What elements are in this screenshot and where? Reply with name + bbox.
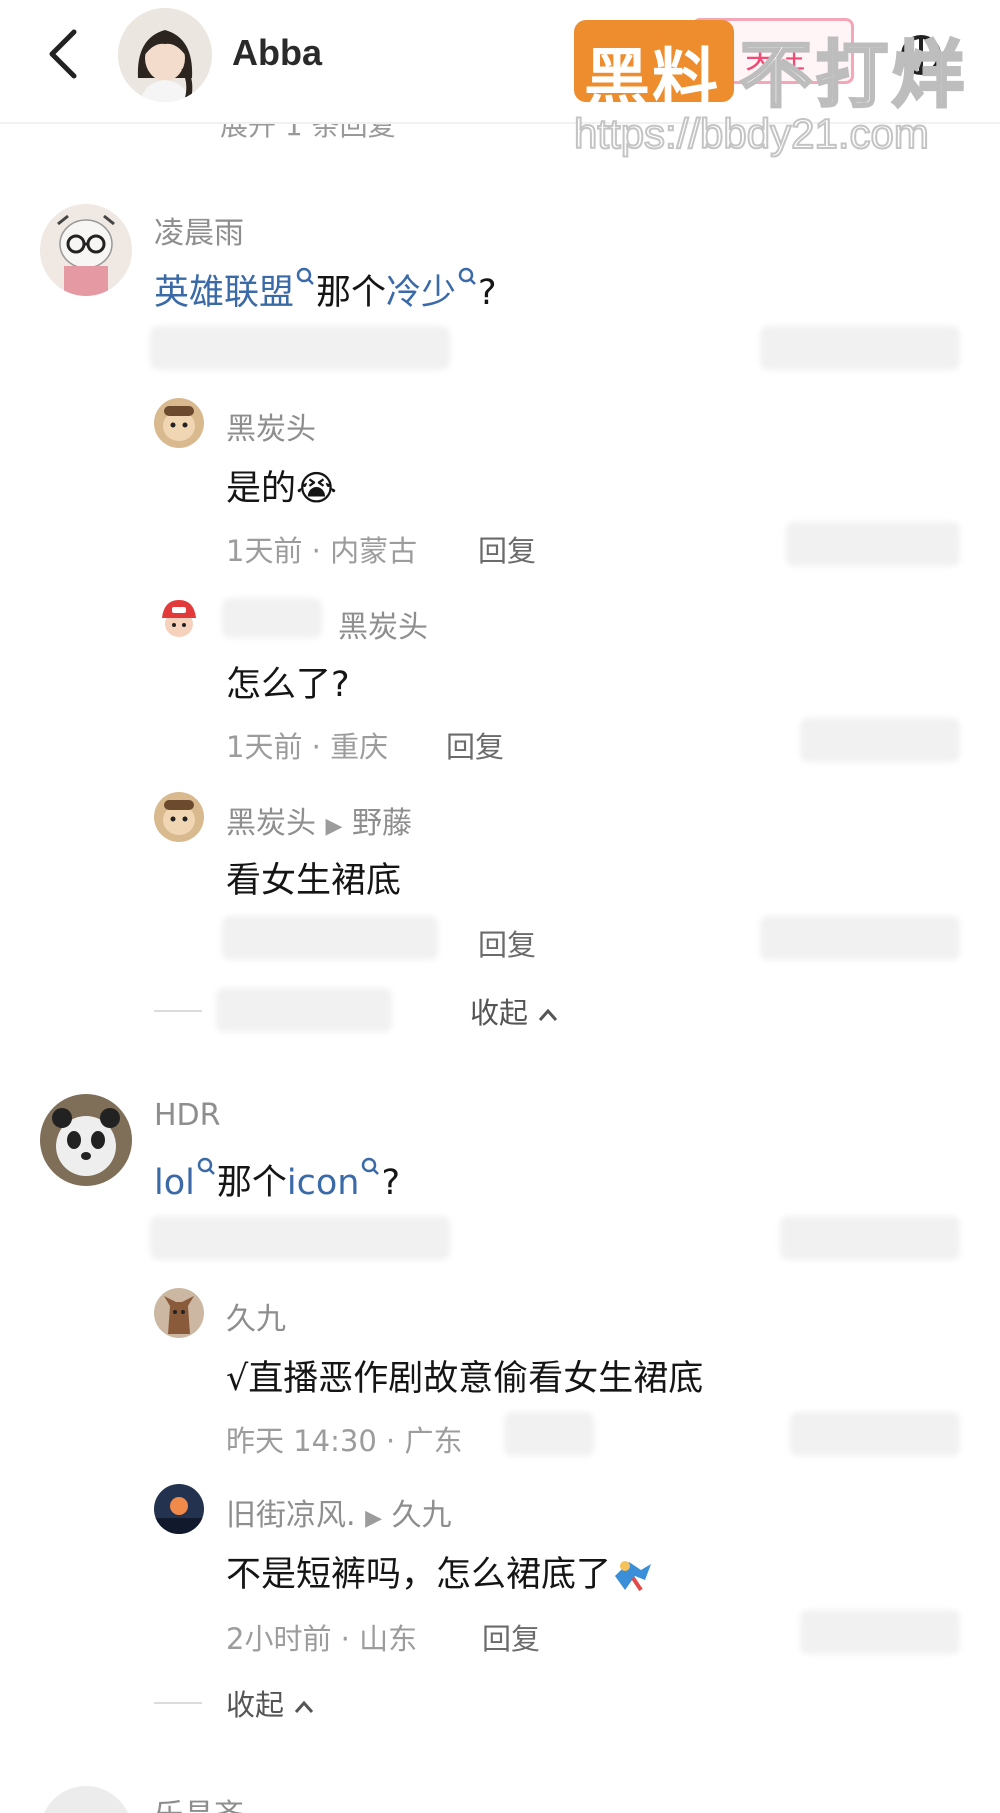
comment-text: lol 那个icon?	[154, 1154, 400, 1205]
blurred-meta	[150, 1216, 450, 1260]
comment-username[interactable]: 乐昌齐	[154, 1790, 244, 1813]
reply-text: 是的😭	[226, 469, 337, 509]
search-link[interactable]: 冷少	[386, 273, 456, 313]
avatar[interactable]	[154, 792, 204, 842]
reply-arrow-icon: ▶	[325, 814, 343, 839]
reply-text: 怎么了?	[226, 665, 350, 705]
watermark-text: 不打烊	[738, 32, 969, 119]
chevron-left-icon	[49, 29, 77, 79]
avatar[interactable]	[154, 1484, 204, 1534]
reply-username: 旧街凉风. ▶ 久九	[226, 1498, 452, 1533]
avatar[interactable]	[40, 1786, 132, 1813]
blurred-like	[800, 1610, 960, 1654]
search-link[interactable]: 英雄联盟	[154, 273, 294, 313]
reply-button[interactable]: 回复	[482, 1616, 540, 1658]
emoji-crying-laughing: 😭	[296, 469, 337, 509]
reply-meta: 昨天 14:30 · 广东	[226, 1424, 463, 1458]
blurred-meta	[150, 326, 450, 370]
divider	[154, 1702, 202, 1704]
watermark-url: https://bbdy21.com	[573, 109, 930, 158]
emoji-sticker-icon	[615, 1561, 652, 1592]
reply-username[interactable]: 黑炭头	[226, 404, 316, 448]
comment-text: 英雄联盟 那个冷少?	[154, 264, 497, 315]
reply-button[interactable]: 回复	[478, 922, 536, 964]
collapse-button[interactable]: 收起	[470, 990, 559, 1032]
watermark-badge-text: 黑料	[584, 41, 720, 118]
reply-text: 不是短裤吗，怎么裙底了	[226, 1546, 655, 1597]
back-button[interactable]	[40, 24, 90, 84]
search-icon	[296, 267, 314, 285]
avatar[interactable]	[154, 398, 204, 448]
divider	[154, 1010, 202, 1012]
search-icon	[197, 1157, 215, 1175]
chevron-up-icon	[539, 1008, 558, 1021]
reply-button[interactable]: 回复	[446, 724, 504, 766]
avatar[interactable]	[154, 1288, 204, 1338]
reply-username[interactable]: 久九	[226, 1294, 286, 1338]
watermark-badge: 黑料	[574, 20, 734, 118]
blurred-like	[760, 916, 960, 960]
blurred-like	[790, 1412, 960, 1456]
reply-text: √直播恶作剧故意偷看女生裙底	[226, 1359, 704, 1399]
chevron-up-icon	[295, 1700, 314, 1713]
blurred-like	[780, 1216, 960, 1260]
comment-username[interactable]: 凌晨雨	[154, 208, 244, 252]
blurred-meta	[222, 916, 438, 960]
search-icon	[362, 1157, 380, 1175]
blurred-like	[800, 718, 960, 762]
avatar[interactable]	[154, 594, 204, 644]
reply-username[interactable]: 黑炭头	[338, 602, 428, 646]
search-link[interactable]: lol	[154, 1163, 195, 1203]
reply-arrow-icon: ▶	[365, 1506, 383, 1531]
avatar[interactable]	[40, 1094, 132, 1186]
reply-button[interactable]: 回复	[478, 528, 536, 570]
avatar[interactable]	[40, 204, 132, 296]
reply-meta: 1天前 · 内蒙古	[226, 534, 418, 568]
profile-name[interactable]: Abba	[232, 32, 322, 74]
profile-avatar[interactable]	[118, 8, 212, 102]
blurred-like	[760, 326, 960, 370]
search-icon	[458, 267, 476, 285]
collapse-button[interactable]: 收起	[226, 1682, 315, 1724]
reply-text: 看女生裙底	[226, 861, 402, 901]
reply-username: 黑炭头 ▶ 野藤	[226, 806, 413, 841]
blurred-like	[786, 522, 960, 566]
blurred-expand	[216, 988, 392, 1032]
blurred-username	[222, 598, 322, 638]
search-link[interactable]: icon	[287, 1163, 360, 1203]
reply-meta: 1天前 · 重庆	[226, 730, 389, 764]
reply-meta: 2小时前 · 山东	[226, 1622, 418, 1656]
blurred-reply	[504, 1412, 594, 1456]
comment-username[interactable]: HDR	[154, 1098, 221, 1133]
